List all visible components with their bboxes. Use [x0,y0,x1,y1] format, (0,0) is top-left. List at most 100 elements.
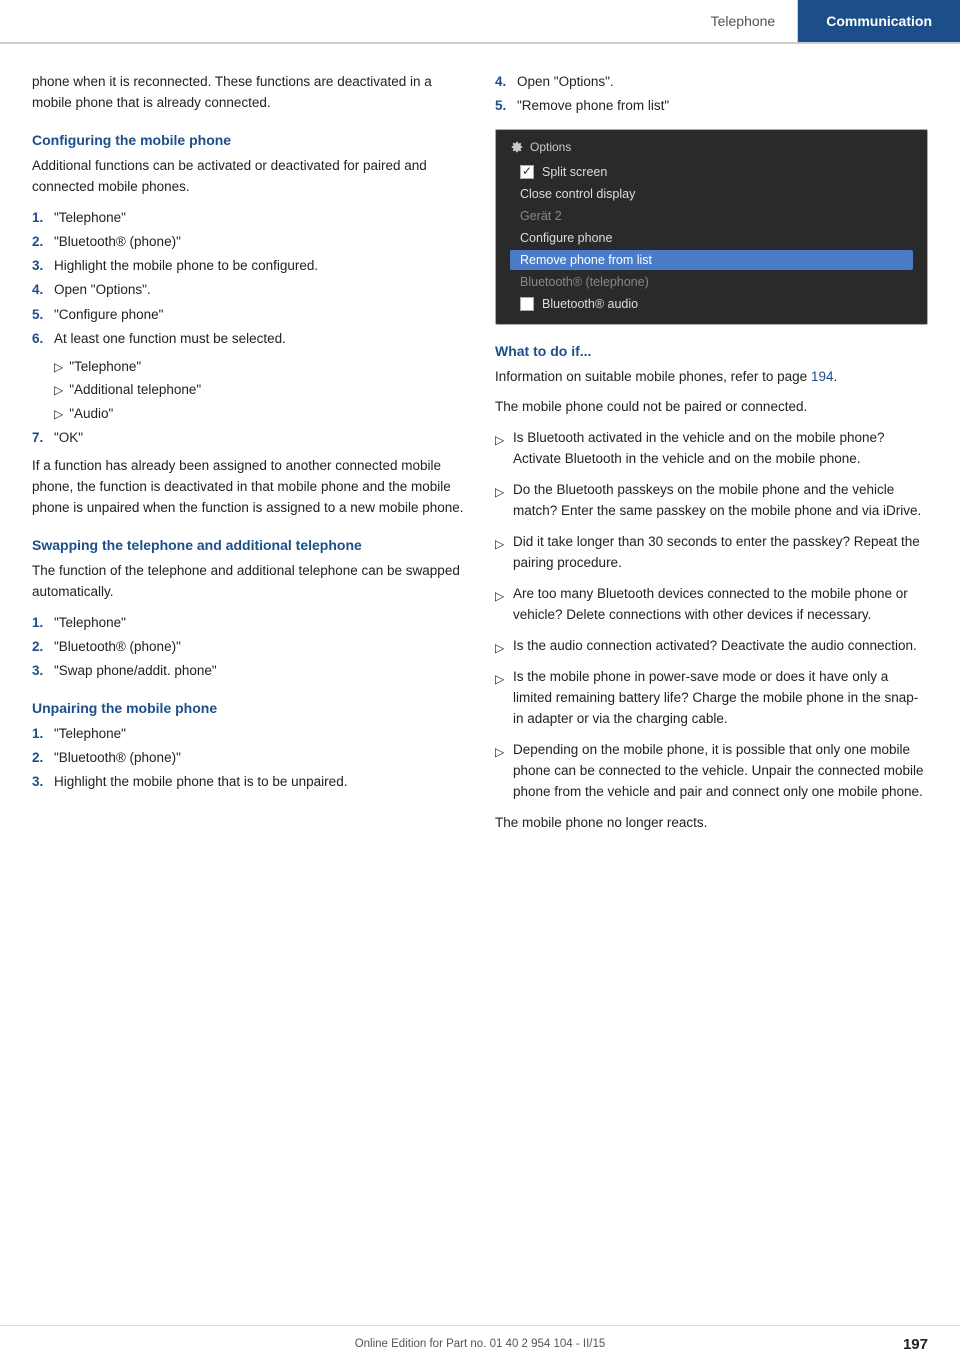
section-configuring-heading: Configuring the mobile phone [32,132,465,148]
intro-text: phone when it is reconnected. These func… [32,72,465,114]
menu-item-bluetooth-tel: Bluetooth® (telephone) [510,272,913,292]
list-item: 1. "Telephone" [32,724,465,744]
step-num: 5. [32,305,48,325]
list-item: ▷ Did it take longer than 30 seconds to … [495,532,928,574]
list-item: 1. "Telephone" [32,208,465,228]
sub-items-list: ▷ "Telephone" ▷ "Additional telephone" ▷… [54,357,465,424]
step-text: Open "Options". [517,72,614,92]
footer-text: Online Edition for Part no. 01 40 2 954 … [355,1338,606,1350]
section-whatif-heading: What to do if... [495,343,928,359]
step-num: 5. [495,96,511,116]
step-text: "OK" [54,428,83,448]
list-item: 3. Highlight the mobile phone that is to… [32,772,465,792]
arrow-icon: ▷ [495,670,505,730]
list-item: 5. "Configure phone" [32,305,465,325]
page-footer: Online Edition for Part no. 01 40 2 954 … [0,1325,960,1362]
arrow-icon: ▷ [495,483,505,522]
step-num: 2. [32,637,48,657]
whatif-para1: Information on suitable mobile phones, r… [495,367,928,388]
list-item: ▷ Are too many Bluetooth devices connect… [495,584,928,626]
menu-item-label: Close control display [520,187,635,201]
screenshot-title-text: Options [530,140,571,154]
whatif-para3: The mobile phone no longer reacts. [495,813,928,834]
section-swapping-intro: The function of the telephone and additi… [32,561,465,603]
list-item: ▷ Is the audio connection activated? Dea… [495,636,928,658]
sub-item-text: "Audio" [69,404,113,424]
list-item: ▷ Is the mobile phone in power-save mode… [495,667,928,730]
step-text: "Telephone" [54,724,126,744]
bullet-text: Do the Bluetooth passkeys on the mobile … [513,480,928,522]
section-unpairing-heading: Unpairing the mobile phone [32,700,465,716]
menu-item-label: Bluetooth® audio [542,297,638,311]
step-num: 2. [32,232,48,252]
whatif-bullets: ▷ Is Bluetooth activated in the vehicle … [495,428,928,803]
header-telephone-label: Telephone [689,0,799,42]
step-text: "Telephone" [54,613,126,633]
arrow-icon: ▷ [495,743,505,803]
bullet-text: Are too many Bluetooth devices connected… [513,584,928,626]
whatif-para1-text: Information on suitable mobile phones, r… [495,369,811,384]
list-item: 4. Open "Options". [495,72,928,92]
right-steps-top: 4. Open "Options". 5. "Remove phone from… [495,72,928,117]
menu-item-configure-phone: Configure phone [510,228,913,248]
arrow-icon: ▷ [54,405,63,424]
list-item: 2. "Bluetooth® (phone)" [32,748,465,768]
page-header: Telephone Communication [0,0,960,44]
step-text: "Remove phone from list" [517,96,669,116]
menu-item-label: Bluetooth® (telephone) [520,275,649,289]
gear-icon [510,140,524,154]
sub-item-text: "Telephone" [69,357,141,377]
bullet-text: Is Bluetooth activated in the vehicle an… [513,428,928,470]
step-text: "Configure phone" [54,305,163,325]
screenshot-title: Options [510,140,913,154]
step-num: 1. [32,208,48,228]
list-item: ▷ "Additional telephone" [54,380,465,400]
menu-item-remove-phone: Remove phone from list [510,250,913,270]
list-item: 7. "OK" [32,428,465,448]
arrow-icon: ▷ [495,535,505,574]
list-item: 4. Open "Options". [32,280,465,300]
configuring-note: If a function has already been assigned … [32,456,465,519]
page-ref-link[interactable]: 194 [811,369,834,384]
options-screenshot: Options Split screen Close control displ… [495,129,928,325]
page-number: 197 [903,1336,928,1353]
step-text: "Bluetooth® (phone)" [54,637,181,657]
section-configuring-intro: Additional functions can be activated or… [32,156,465,198]
bullet-text: Depending on the mobile phone, it is pos… [513,740,928,803]
list-item: 1. "Telephone" [32,613,465,633]
step-num: 3. [32,256,48,276]
step-text: "Bluetooth® (phone)" [54,748,181,768]
bullet-text: Is the audio connection activated? Deact… [513,636,917,658]
step-num: 2. [32,748,48,768]
bullet-text: Did it take longer than 30 seconds to en… [513,532,928,574]
list-item: ▷ Depending on the mobile phone, it is p… [495,740,928,803]
step-text: At least one function must be selected. [54,329,286,349]
swapping-steps-list: 1. "Telephone" 2. "Bluetooth® (phone)" 3… [32,613,465,682]
list-item: ▷ Is Bluetooth activated in the vehicle … [495,428,928,470]
menu-item-label: Split screen [542,165,607,179]
bullet-text: Is the mobile phone in power-save mode o… [513,667,928,730]
step-text: Open "Options". [54,280,151,300]
list-item: 3. "Swap phone/addit. phone" [32,661,465,681]
menu-item-label: Gerät 2 [520,209,562,223]
menu-item-label: Remove phone from list [520,253,652,267]
step-num: 3. [32,772,48,792]
step-text: "Swap phone/addit. phone" [54,661,217,681]
options-menu: Split screen Close control display Gerät… [510,162,913,314]
section-swapping-heading: Swapping the telephone and additional te… [32,537,465,553]
menu-item-bluetooth-audio: Bluetooth® audio [510,294,913,314]
whatif-para1-period: . [833,369,837,384]
list-item: ▷ Do the Bluetooth passkeys on the mobil… [495,480,928,522]
whatif-para2: The mobile phone could not be paired or … [495,397,928,418]
right-column: 4. Open "Options". 5. "Remove phone from… [495,72,928,844]
arrow-icon: ▷ [54,381,63,400]
step-num: 7. [32,428,48,448]
arrow-icon: ▷ [495,639,505,658]
step-text: Highlight the mobile phone to be configu… [54,256,318,276]
step-num: 3. [32,661,48,681]
configuring-steps-list: 1. "Telephone" 2. "Bluetooth® (phone)" 3… [32,208,465,350]
step-num: 1. [32,724,48,744]
list-item: 6. At least one function must be selecte… [32,329,465,349]
list-item: 5. "Remove phone from list" [495,96,928,116]
step-num: 1. [32,613,48,633]
